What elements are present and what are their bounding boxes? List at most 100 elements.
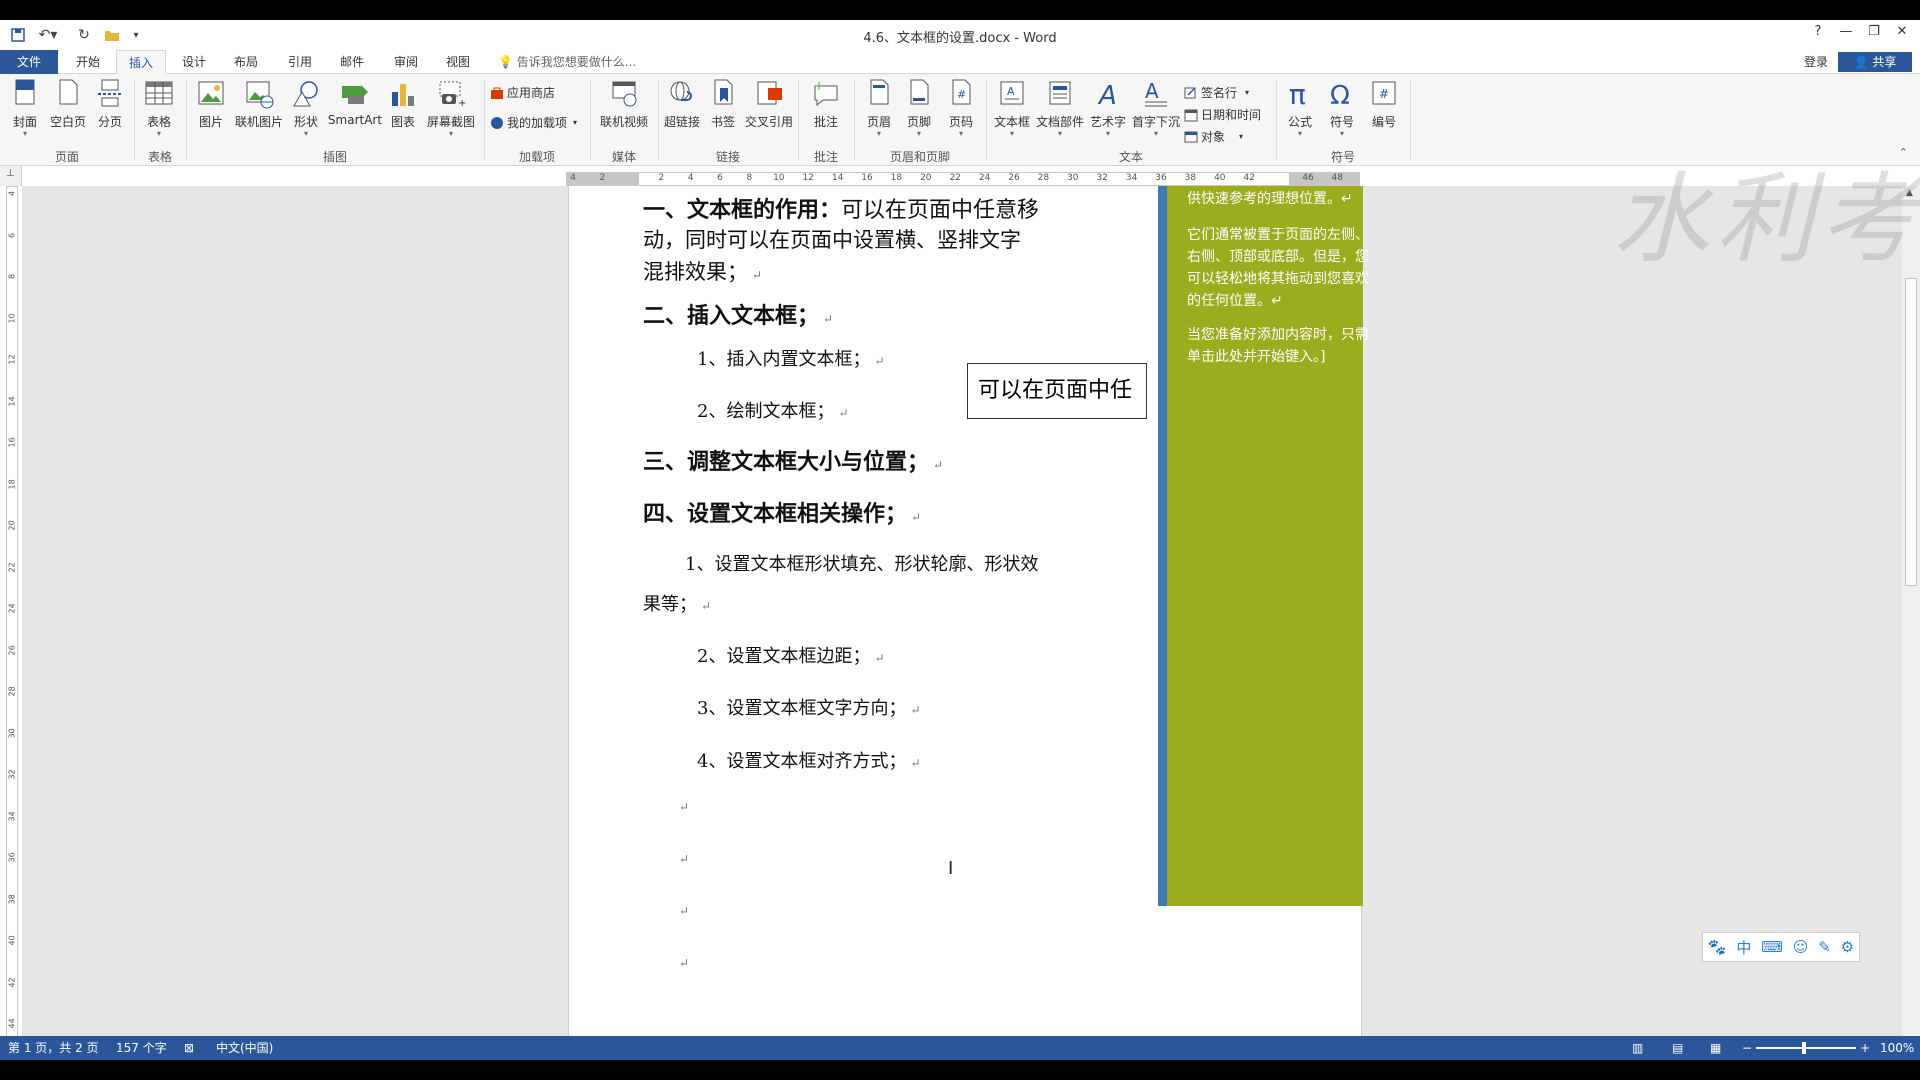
tell-me-search[interactable]: 💡 告诉我您想要做什么... bbox=[498, 50, 636, 74]
doc-list-item[interactable]: 1、插入内置文本框； ↵ bbox=[697, 345, 885, 371]
tab-view[interactable]: 视图 bbox=[436, 50, 480, 74]
zoom-level[interactable]: 100% bbox=[1880, 1036, 1914, 1060]
equation-icon: π bbox=[1289, 78, 1306, 110]
tab-layout[interactable]: 布局 bbox=[224, 50, 268, 74]
horizontal-ruler[interactable]: 4 2 2 4 6 8 10 12 14 16 18 20 22 24 26 28 30 32 34 36 38 40 42… bbox=[566, 172, 1360, 186]
picture-button[interactable]: 图片 bbox=[196, 78, 226, 148]
number-button[interactable]: # 编号 bbox=[1368, 78, 1400, 148]
proofing-icon[interactable]: ⊠ bbox=[184, 1036, 194, 1060]
online-picture-button[interactable]: 联机图片 bbox=[234, 78, 284, 148]
tab-review[interactable]: 审阅 bbox=[384, 50, 428, 74]
table-button[interactable]: 表格 ▾ bbox=[144, 78, 174, 148]
online-video-button[interactable]: 联机视频 bbox=[598, 78, 650, 148]
object-button[interactable]: 对象 ▾ bbox=[1184, 128, 1243, 145]
comment-button[interactable]: + 批注 bbox=[810, 78, 842, 148]
header-button[interactable]: 页眉 ▾ bbox=[864, 78, 894, 148]
emoji-icon[interactable]: ☺ bbox=[1793, 938, 1809, 956]
keyboard-icon[interactable]: ⌨ bbox=[1761, 938, 1783, 956]
text-cursor-icon: I bbox=[948, 858, 954, 879]
doc-heading-3[interactable]: 三、调整文本框大小与位置； ↵ bbox=[643, 444, 943, 476]
word-count[interactable]: 157 个字 bbox=[116, 1036, 167, 1060]
zoom-slider-thumb[interactable] bbox=[1802, 1042, 1806, 1054]
page-break-button[interactable]: 分页 bbox=[94, 78, 126, 148]
tab-mailings[interactable]: 邮件 bbox=[330, 50, 374, 74]
symbol-button[interactable]: Ω 符号 ▾ bbox=[1326, 78, 1358, 148]
cover-page-label: 封面 bbox=[12, 115, 37, 129]
equation-button[interactable]: π 公式 ▾ bbox=[1282, 78, 1318, 148]
ribbon-tabs: 文件 开始 插入 设计 布局 引用 邮件 审阅 视图 💡 告诉我您想要做什么..… bbox=[0, 50, 1920, 74]
zoom-in-icon[interactable]: + bbox=[1860, 1036, 1870, 1060]
tab-design[interactable]: 设计 bbox=[172, 50, 216, 74]
blank-page-button[interactable]: 空白页 bbox=[48, 78, 88, 148]
text-box-button[interactable]: A 文本框 ▾ bbox=[992, 78, 1032, 148]
doc-list-item[interactable]: 4、设置文本框对齐方式； ↵ bbox=[697, 747, 921, 773]
pen-icon[interactable]: ✎ bbox=[1818, 938, 1831, 956]
doc-heading-4[interactable]: 四、设置文本框相关操作； ↵ bbox=[643, 496, 921, 528]
drop-cap-button[interactable]: A 首字下沉 ▾ bbox=[1132, 78, 1180, 148]
paw-icon[interactable]: 🐾 bbox=[1708, 938, 1727, 956]
sidebar-text-box[interactable]: 供快速参考的理想位置。↵ 它们通常被置于页面的左侧、右侧、顶部或底部。但是，您可… bbox=[1158, 186, 1369, 906]
doc-line[interactable]: 动，同时可以在页面中设置横、竖排文字 bbox=[643, 224, 1021, 254]
group-symbols-label: 符号 bbox=[1330, 150, 1355, 164]
store-button[interactable]: 应用商店 bbox=[490, 84, 555, 101]
screenshot-label: 屏幕截图 bbox=[426, 115, 475, 129]
wordart-button[interactable]: A 艺术字 ▾ bbox=[1090, 78, 1126, 148]
document-page[interactable]: 一、文本框的作用：可以在页面中任意移 动，同时可以在页面中设置横、竖排文字 混排… bbox=[568, 186, 1369, 1060]
tab-references[interactable]: 引用 bbox=[278, 50, 322, 74]
chart-button[interactable]: 图表 bbox=[388, 78, 418, 148]
ruler-number: 8 bbox=[746, 173, 753, 183]
ruler-number: 10 bbox=[773, 173, 785, 183]
tab-file[interactable]: 文件 bbox=[0, 50, 58, 74]
screenshot-button[interactable]: + 屏幕截图 ▾ bbox=[424, 78, 478, 148]
close-icon[interactable]: ✕ bbox=[1890, 24, 1914, 44]
date-time-button[interactable]: 日期和时间 bbox=[1184, 106, 1261, 123]
quick-parts-button[interactable]: 文档部件 ▾ bbox=[1036, 78, 1084, 148]
hyperlink-button[interactable]: 超链接 bbox=[662, 78, 702, 148]
print-layout-icon[interactable]: ▤ bbox=[1672, 1036, 1683, 1060]
my-addins-icon bbox=[491, 116, 503, 129]
page-number-button[interactable]: # 页码 ▾ bbox=[946, 78, 976, 148]
doc-list-item[interactable]: 1、设置文本框形状填充、形状轮廓、形状效 bbox=[685, 550, 1038, 576]
zoom-out-icon[interactable]: − bbox=[1742, 1036, 1752, 1060]
scroll-thumb[interactable] bbox=[1905, 278, 1917, 586]
drop-cap-icon: A bbox=[1145, 79, 1167, 107]
footer-button[interactable]: 页脚 ▾ bbox=[904, 78, 934, 148]
bookmark-button[interactable]: 书签 bbox=[708, 78, 738, 148]
doc-line[interactable]: 混排效果； ↵ bbox=[643, 256, 762, 286]
doc-heading-1[interactable]: 一、文本框的作用：可以在页面中任意移 bbox=[643, 192, 1039, 224]
read-mode-icon[interactable]: ▥ bbox=[1632, 1036, 1643, 1060]
cross-reference-button[interactable]: 交叉引用 bbox=[744, 78, 794, 148]
doc-list-item[interactable]: 3、设置文本框文字方向； ↵ bbox=[697, 694, 921, 720]
shapes-button[interactable]: 形状 ▾ bbox=[290, 78, 322, 148]
doc-line[interactable]: 果等； ↵ bbox=[643, 590, 711, 616]
chinese-mode-icon[interactable]: 中 bbox=[1736, 937, 1751, 958]
minimize-icon[interactable]: — bbox=[1834, 24, 1858, 44]
text-box[interactable]: 可以在页面中任 bbox=[967, 363, 1147, 419]
sign-in-link[interactable]: 登录 bbox=[1804, 50, 1828, 74]
web-layout-icon[interactable]: ▦ bbox=[1710, 1036, 1721, 1060]
doc-list-item[interactable]: 2、设置文本框边距； ↵ bbox=[697, 642, 885, 668]
share-button[interactable]: 👤 共享 bbox=[1838, 52, 1912, 72]
vertical-scrollbar[interactable]: ▲ ▼ bbox=[1902, 186, 1920, 1060]
signature-line-button[interactable]: 签名行 ▾ bbox=[1184, 84, 1249, 101]
header-label: 页眉 bbox=[866, 115, 891, 129]
vertical-ruler[interactable]: 4 6 8 10 12 14 16 18 20 22 24 26 28 30 32 34 36 38 40 42 44 bbox=[6, 186, 18, 1054]
tab-selector[interactable]: ⊥ bbox=[0, 166, 22, 186]
tab-insert[interactable]: 插入 bbox=[116, 50, 166, 74]
share-label: 共享 bbox=[1872, 55, 1897, 69]
cover-page-button[interactable]: 封面 ▾ bbox=[10, 78, 40, 148]
language[interactable]: 中文(中国) bbox=[216, 1036, 273, 1060]
help-icon[interactable]: ? bbox=[1806, 24, 1830, 44]
settings-icon[interactable]: ⚙ bbox=[1841, 938, 1854, 956]
tab-home[interactable]: 开始 bbox=[66, 50, 110, 74]
doc-heading-2[interactable]: 二、插入文本框； ↵ bbox=[643, 298, 833, 330]
ruler-number: 14 bbox=[7, 395, 17, 406]
my-addins-button[interactable]: 我的加载项 ▾ bbox=[490, 114, 577, 131]
ruler-number: 26 bbox=[7, 644, 17, 655]
doc-list-item[interactable]: 2、绘制文本框； ↵ bbox=[697, 397, 849, 423]
ime-toolbar[interactable]: 🐾 中 ⌨ ☺ ✎ ⚙ bbox=[1702, 932, 1860, 962]
restore-icon[interactable]: ❐ bbox=[1862, 24, 1886, 44]
zoom-slider[interactable] bbox=[1756, 1042, 1856, 1054]
smartart-button[interactable]: SmartArt bbox=[328, 78, 382, 148]
page-count[interactable]: 第 1 页，共 2 页 bbox=[8, 1036, 99, 1060]
